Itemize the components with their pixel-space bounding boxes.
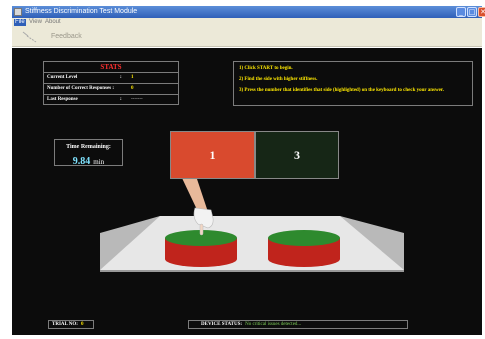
maximize-button[interactable]: □ xyxy=(467,7,477,17)
feedback-button[interactable]: Feedback xyxy=(47,30,86,44)
device-status-label: DEVICE STATUS: xyxy=(201,322,243,327)
window-title: Stiffness Discrimination Test Module xyxy=(25,8,138,15)
stats-label: Last Response xyxy=(47,97,78,102)
time-remaining-panel: Time Remaining: 9.84 min xyxy=(54,139,123,167)
trial-number-label: TRIAL NO: xyxy=(52,322,78,327)
stats-row-correct-responses: Number of Correct Responses : 0 xyxy=(44,84,178,95)
stats-panel: STATS Current Level : 1 Number of Correc… xyxy=(43,61,179,105)
instruction-step-1: 1) Click START to begin. xyxy=(239,66,293,71)
stats-separator: : xyxy=(120,97,122,102)
correct-responses-value: 0 xyxy=(131,86,134,91)
menu-view[interactable]: View xyxy=(29,19,42,26)
menu-file[interactable]: File xyxy=(14,19,26,26)
instruction-step-3: 3) Press the number that identifies that… xyxy=(239,88,444,93)
trial-number-panel: TRIAL NO: 0 xyxy=(48,320,94,329)
window-titlebar[interactable]: Stiffness Discrimination Test Module _ □… xyxy=(12,6,485,18)
instruction-step-2: 2) Find the side with higher stiffness. xyxy=(239,77,318,82)
device-status-panel: DEVICE STATUS: No critical issues detecte… xyxy=(188,320,408,329)
stats-row-current-level: Current Level : 1 xyxy=(44,73,178,84)
menu-about[interactable]: About xyxy=(45,19,61,26)
minimize-button[interactable]: _ xyxy=(456,7,466,17)
stats-row-last-response: Last Response : ------- xyxy=(44,95,178,106)
platform-front-edge xyxy=(100,270,404,272)
experiment-stage: STATS Current Level : 1 Number of Correc… xyxy=(12,48,482,335)
right-cylinder xyxy=(268,230,340,267)
stats-separator: : xyxy=(120,75,122,80)
choice-box-right[interactable]: 3 xyxy=(255,131,339,179)
choice-box-left[interactable]: 1 xyxy=(170,131,255,179)
trial-number-value: 0 xyxy=(80,322,84,327)
time-remaining-unit: min xyxy=(93,158,105,166)
close-button[interactable]: ✕ xyxy=(478,7,485,17)
app-icon xyxy=(14,8,22,16)
last-response-value: ------- xyxy=(131,97,143,102)
instructions-panel: 1) Click START to begin. 2) Find the sid… xyxy=(233,61,473,106)
menu-bar: File View About xyxy=(12,18,482,27)
toolbar: Feedback xyxy=(12,27,482,47)
stats-label: Number of Correct Responses : xyxy=(47,86,115,91)
pointer-icon xyxy=(22,31,37,43)
stats-title: STATS xyxy=(44,62,178,73)
device-status-value: No critical issues detected... xyxy=(245,322,302,327)
left-cylinder xyxy=(165,230,237,267)
time-remaining-value: 9.84 xyxy=(72,156,91,167)
time-remaining-label: Time Remaining: xyxy=(66,144,111,150)
current-level-value: 1 xyxy=(131,75,134,80)
stats-label: Current Level xyxy=(47,75,78,80)
